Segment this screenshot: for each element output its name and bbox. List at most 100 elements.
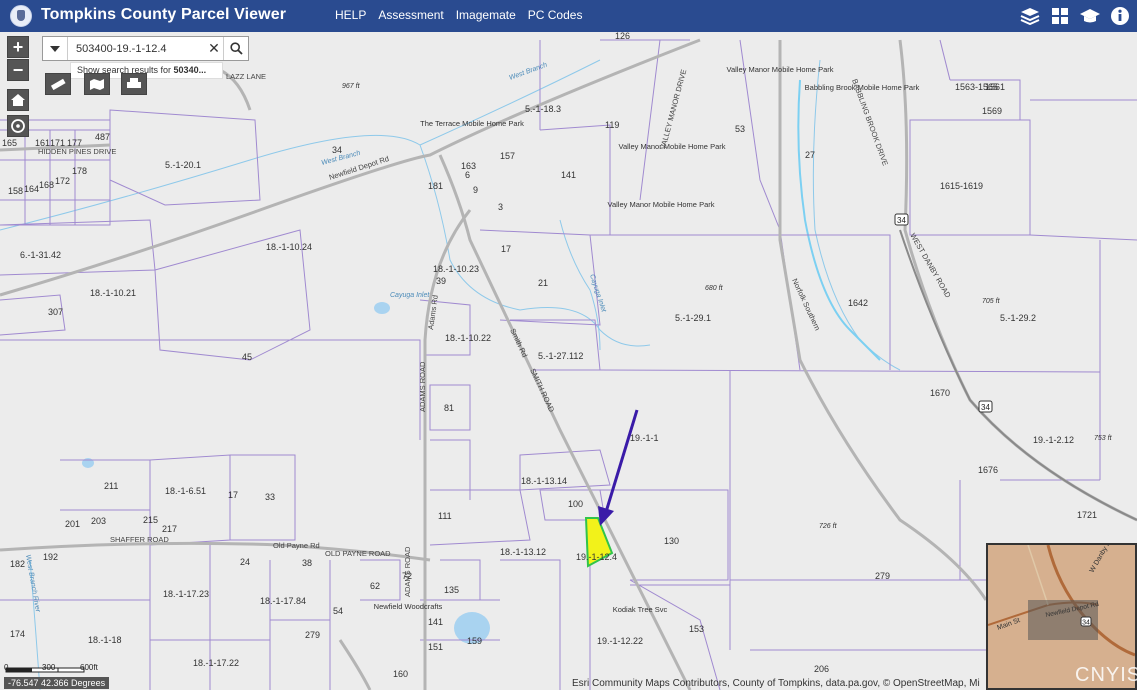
place-label: Valley Manor Mobile Home Park: [619, 142, 726, 151]
parcel-map[interactable]: 34 34 5.-1-18.3 5.-1-20.1 6.-1-31.42 18.…: [0, 32, 1137, 690]
map-icon: [90, 79, 104, 90]
svg-text:34: 34: [1082, 620, 1090, 627]
place-label: Valley Manor Mobile Home Park: [727, 65, 834, 74]
parcel-label: 130: [664, 536, 679, 546]
road-label: HIDDEN PINES DRIVE: [38, 147, 116, 156]
parcel-label: 141: [561, 170, 576, 180]
pond: [374, 302, 390, 314]
parcel-label: 5.-1-27.112: [538, 351, 583, 361]
route-34-shield: 34: [978, 400, 993, 413]
place-label: Kodiak Tree Svc: [613, 605, 668, 614]
parcel-label: 119: [605, 120, 619, 130]
parcel-label: 18.-1-18: [88, 635, 122, 645]
parcel-label: 17: [501, 244, 511, 254]
parcel-label: 215: [143, 515, 158, 525]
parcel-label: 39: [436, 276, 446, 286]
parcel-label: 18.-1-10.21: [90, 288, 136, 298]
parcel-label: 487: [95, 132, 110, 142]
parcel-label: 5.-1-18.3: [525, 104, 561, 114]
print-button[interactable]: [121, 73, 147, 95]
svg-text:34: 34: [981, 403, 990, 412]
parcel-label: 1721: [1077, 510, 1097, 520]
clear-search-button[interactable]: ✕: [205, 40, 223, 57]
parcel-label: 18.-1-17.23: [163, 589, 209, 599]
parcel-label: 151: [428, 642, 443, 652]
parcel-label: 160: [393, 669, 408, 679]
parcel-label: 203: [91, 516, 106, 526]
parcel-label: 181: [428, 181, 443, 191]
parcel-label: 192: [43, 552, 58, 562]
road-label: Old Payne Rd: [273, 541, 320, 550]
parcel-label: 100: [568, 499, 583, 509]
ruler-icon: [50, 78, 66, 90]
nav-assessment-link[interactable]: Assessment: [378, 8, 443, 22]
parcel-label: 153: [689, 624, 704, 634]
parcel-label: 54: [333, 606, 343, 616]
road-label: SHAFFER ROAD: [110, 535, 169, 544]
parcel-label: 5.-1-29.2: [1000, 313, 1036, 323]
parcel-label: 1561: [985, 82, 1005, 92]
app-header: Tompkins County Parcel Viewer HELP Asses…: [0, 0, 1137, 32]
parcel-label: 18.-1-10.22: [445, 333, 491, 343]
elevation-label: 967 ft: [342, 83, 361, 90]
place-label: Newfield Woodcrafts: [374, 602, 443, 611]
parcel-label: 1615-1619: [940, 181, 983, 191]
svg-text:34: 34: [897, 216, 906, 225]
zoom-out-button[interactable]: −: [7, 59, 29, 81]
road-label: ADAMS ROAD: [403, 546, 412, 597]
measure-button[interactable]: [45, 73, 71, 95]
parcel-label: 158: [8, 186, 23, 196]
search-button[interactable]: [223, 37, 248, 60]
parcel-label: 19.-1-2.12: [1033, 435, 1074, 445]
parcel-label: 157: [500, 151, 515, 161]
parcel-label: 45: [242, 352, 252, 362]
parcel-label: 19.-1-12.4: [576, 552, 617, 562]
elevation-label: 726 ft: [819, 523, 838, 530]
cnyis-watermark: CNYIS: [1075, 664, 1137, 686]
locate-icon: [11, 119, 25, 133]
parcel-label: 18.-1-13.12: [500, 547, 546, 557]
parcel-label: 62: [370, 581, 380, 591]
search-icon: [229, 42, 243, 55]
coordinate-readout: -76.547 42.366 Degrees: [4, 677, 110, 689]
basemap-button[interactable]: [84, 73, 110, 95]
chevron-down-icon: [50, 45, 60, 52]
home-button[interactable]: [7, 89, 29, 111]
parcel-label: 165: [2, 138, 17, 148]
parcel-label: 9: [473, 185, 478, 195]
search-source-dropdown[interactable]: [43, 37, 68, 60]
elevation-label: 680 ft: [705, 285, 724, 292]
parcel-label: 1676: [978, 465, 998, 475]
parcel-label: 141: [428, 617, 443, 627]
elevation-label: 705 ft: [982, 298, 1001, 305]
scale-tick: 600ft: [80, 663, 98, 672]
parcel-label: 126: [615, 32, 630, 41]
grid-icon[interactable]: [1049, 5, 1071, 27]
parcel-label: 5.-1-29.1: [675, 313, 711, 323]
parcel-label: 135: [444, 585, 459, 595]
nav-help-link[interactable]: HELP: [335, 8, 366, 22]
nav-imagemate-link[interactable]: Imagemate: [456, 8, 516, 22]
zoom-in-button[interactable]: +: [7, 36, 29, 58]
parcel-label: 19.-1-1: [630, 433, 659, 443]
app-title: Tompkins County Parcel Viewer: [41, 6, 287, 23]
parcel-label: 18.-1-10.23: [433, 264, 479, 274]
parcel-label: 206: [814, 664, 829, 674]
parcel-label: 27: [805, 150, 815, 160]
layers-icon[interactable]: [1019, 5, 1041, 27]
nav-pc-codes-link[interactable]: PC Codes: [528, 8, 583, 22]
map-attribution: Esri Community Maps Contributors, County…: [572, 678, 980, 689]
parcel-label: 201: [65, 519, 80, 529]
parcel-label: 182: [10, 559, 25, 569]
graduation-cap-icon[interactable]: [1079, 5, 1101, 27]
county-seal-logo: [10, 5, 32, 27]
suggestion-term: 50340...: [173, 65, 207, 75]
parcel-label: 164: [24, 184, 39, 194]
parcel-label: 53: [735, 124, 745, 134]
road-label: OLD PAYNE ROAD: [325, 549, 391, 558]
parcel-label: 3: [498, 202, 503, 212]
info-icon[interactable]: [1109, 5, 1131, 27]
locate-button[interactable]: [7, 115, 29, 137]
parcel-label: 159: [467, 636, 482, 646]
search-input[interactable]: 503400-19.-1-12.4: [68, 43, 205, 55]
